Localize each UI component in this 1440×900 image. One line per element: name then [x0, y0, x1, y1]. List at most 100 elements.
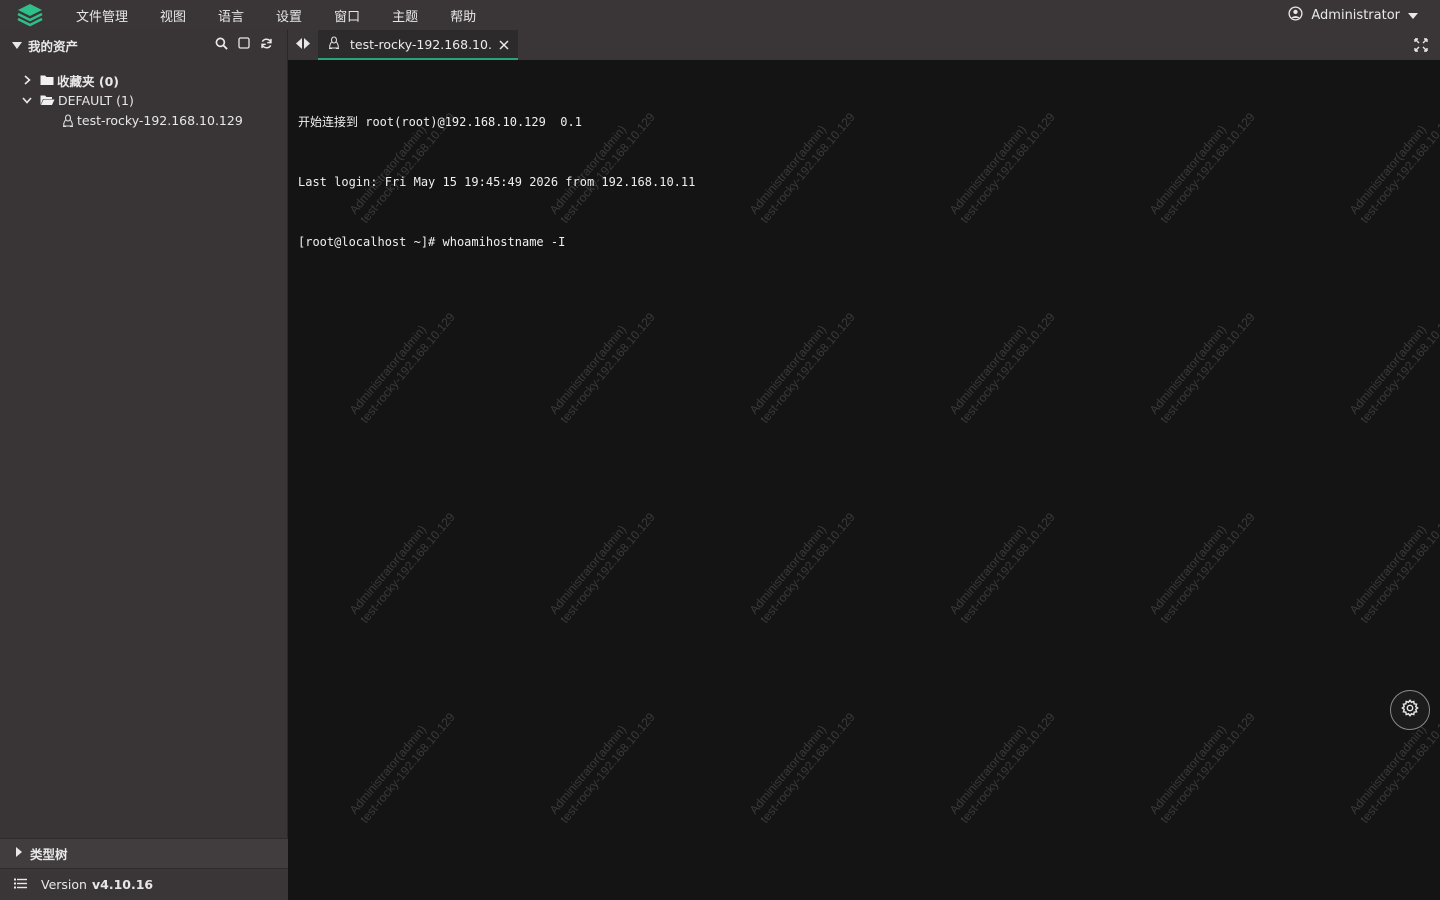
terminal-line: 开始连接到 root(root)@192.168.10.129 0.1 [298, 115, 582, 129]
tab-label: test-rocky-192.168.10.... [350, 36, 492, 52]
tree-node-favorites[interactable]: 收藏夹 (0) [0, 70, 287, 90]
menu-view[interactable]: 视图 [160, 6, 186, 25]
menu-language[interactable]: 语言 [218, 6, 244, 25]
svg-text:Administrator(admin): Administrator(admin) [747, 323, 829, 417]
svg-text:Administrator(admin): Administrator(admin) [347, 323, 429, 417]
svg-text:Administrator(admin): Administrator(admin) [947, 323, 1029, 417]
watermark-tile: Administrator(admin)test-rocky-192.168.1… [347, 310, 458, 426]
watermark-tile: Administrator(admin)test-rocky-192.168.1… [947, 110, 1058, 226]
svg-text:Administrator(admin): Administrator(admin) [547, 523, 629, 617]
tree-label-default: DEFAULT (1) [58, 92, 134, 108]
refresh-icon[interactable] [260, 37, 273, 54]
watermark-tile: Administrator(admin)test-rocky-192.168.1… [747, 510, 858, 626]
folder-open-icon [40, 94, 55, 106]
svg-text:test-rocky-192.168.10.129: test-rocky-192.168.10.129 [957, 310, 1058, 426]
svg-text:test-rocky-192.168.10.129: test-rocky-192.168.10.129 [757, 310, 858, 426]
svg-text:Administrator(admin): Administrator(admin) [1147, 723, 1229, 817]
version-number: v4.10.16 [91, 877, 154, 892]
menu-bar: 文件管理 视图 语言 设置 窗口 主题 帮助 Administrator [0, 0, 1440, 30]
watermark-tile: Administrator(admin)test-rocky-192.168.1… [1347, 310, 1440, 426]
svg-text:test-rocky-192.168.10.129: test-rocky-192.168.10.129 [557, 710, 658, 826]
version-bar: Version v4.10.16 [0, 868, 288, 900]
menu-file-management[interactable]: 文件管理 [76, 6, 128, 25]
watermark-tile: Administrator(admin)test-rocky-192.168.1… [747, 110, 858, 226]
menu-window[interactable]: 窗口 [334, 6, 360, 25]
svg-text:test-rocky-192.168.10.129: test-rocky-192.168.10.129 [357, 510, 458, 626]
asset-tree: 收藏夹 (0) DEFAULT (1) test-rocky-192.168.1… [0, 60, 287, 130]
svg-text:test-rocky-192.168.10.129: test-rocky-192.168.10.129 [357, 310, 458, 426]
svg-text:test-rocky-192.168.10.129: test-rocky-192.168.10.129 [1357, 510, 1440, 626]
tab-bar: test-rocky-192.168.10.... [288, 30, 1440, 60]
svg-text:test-rocky-192.168.10.129: test-rocky-192.168.10.129 [1357, 710, 1440, 826]
svg-text:test-rocky-192.168.10.129: test-rocky-192.168.10.129 [1357, 310, 1440, 426]
svg-text:test-rocky-192.168.10.129: test-rocky-192.168.10.129 [1157, 110, 1258, 226]
chevron-right-icon[interactable] [20, 75, 34, 85]
user-name: Administrator [1311, 7, 1400, 23]
svg-text:test-rocky-192.168.10.129: test-rocky-192.168.10.129 [957, 110, 1058, 226]
tab-next-icon[interactable] [304, 37, 310, 53]
svg-text:Administrator(admin): Administrator(admin) [347, 723, 429, 817]
chevron-down-icon[interactable] [20, 96, 34, 104]
menu-settings[interactable]: 设置 [276, 6, 302, 25]
svg-text:Administrator(admin): Administrator(admin) [547, 323, 629, 417]
svg-text:Administrator(admin): Administrator(admin) [947, 523, 1029, 617]
type-tree-header[interactable]: 类型树 [0, 838, 288, 868]
linux-penguin-icon [62, 113, 74, 127]
watermark-tile: Administrator(admin)test-rocky-192.168.1… [347, 710, 458, 826]
svg-text:test-rocky-192.168.10.129: test-rocky-192.168.10.129 [1357, 110, 1440, 226]
close-icon[interactable] [496, 37, 512, 53]
caret-down-icon[interactable] [12, 38, 22, 53]
svg-text:Administrator(admin): Administrator(admin) [947, 723, 1029, 817]
svg-text:Administrator(admin): Administrator(admin) [747, 723, 829, 817]
fullscreen-icon[interactable] [1414, 38, 1428, 52]
search-icon[interactable] [215, 37, 228, 54]
menu-theme[interactable]: 主题 [392, 6, 418, 25]
tab-prev-icon[interactable] [296, 37, 302, 53]
assets-title: 我的资产 [28, 38, 79, 54]
app-logo-icon[interactable] [0, 0, 60, 30]
watermark-tile: Administrator(admin)test-rocky-192.168.1… [1147, 110, 1258, 226]
svg-text:test-rocky-192.168.10.129: test-rocky-192.168.10.129 [1157, 510, 1258, 626]
collapse-all-icon[interactable] [238, 37, 250, 53]
svg-text:test-rocky-192.168.10.129: test-rocky-192.168.10.129 [557, 310, 658, 426]
svg-text:Administrator(admin): Administrator(admin) [547, 723, 629, 817]
watermark-tile: Administrator(admin)test-rocky-192.168.1… [547, 510, 658, 626]
svg-text:Administrator(admin): Administrator(admin) [747, 523, 829, 617]
list-menu-icon[interactable] [14, 877, 27, 892]
tree-node-host[interactable]: test-rocky-192.168.10.129 [0, 110, 287, 130]
svg-text:test-rocky-192.168.10.129: test-rocky-192.168.10.129 [757, 710, 858, 826]
watermark-tile: Administrator(admin)test-rocky-192.168.1… [747, 310, 858, 426]
caret-right-icon [16, 846, 22, 861]
svg-text:test-rocky-192.168.10.129: test-rocky-192.168.10.129 [357, 710, 458, 826]
version-label: Version [41, 877, 87, 892]
user-menu[interactable]: Administrator [1288, 0, 1418, 30]
tree-node-default[interactable]: DEFAULT (1) [0, 90, 287, 110]
terminal-line: [root@localhost ~]# whoamihostname -I [298, 235, 566, 249]
watermark-tile: Administrator(admin)test-rocky-192.168.1… [547, 710, 658, 826]
type-tree-label: 类型树 [30, 847, 68, 862]
svg-text:test-rocky-192.168.10.129: test-rocky-192.168.10.129 [757, 510, 858, 626]
watermark-tile: Administrator(admin)test-rocky-192.168.1… [947, 510, 1058, 626]
watermark-tile: Administrator(admin)test-rocky-192.168.1… [347, 510, 458, 626]
watermark-tile: Administrator(admin)test-rocky-192.168.1… [1347, 110, 1440, 226]
terminal-settings-button[interactable] [1390, 690, 1430, 730]
tab-session[interactable]: test-rocky-192.168.10.... [318, 30, 518, 60]
svg-text:test-rocky-192.168.10.129: test-rocky-192.168.10.129 [957, 510, 1058, 626]
svg-text:Administrator(admin): Administrator(admin) [747, 123, 829, 217]
svg-text:Administrator(admin): Administrator(admin) [1147, 123, 1229, 217]
svg-text:test-rocky-192.168.10.129: test-rocky-192.168.10.129 [957, 710, 1058, 826]
svg-text:test-rocky-192.168.10.129: test-rocky-192.168.10.129 [1157, 710, 1258, 826]
tab-scroll-nav [288, 30, 318, 60]
menu-help[interactable]: 帮助 [450, 6, 476, 25]
linux-penguin-icon [328, 35, 340, 53]
watermark-tile: Administrator(admin)test-rocky-192.168.1… [947, 710, 1058, 826]
asset-sidebar: 我的资产 收藏夹 (0) DEFAULT (1) test-rocky-192.… [0, 30, 288, 900]
svg-text:Administrator(admin): Administrator(admin) [1347, 723, 1429, 817]
svg-text:Administrator(admin): Administrator(admin) [947, 123, 1029, 217]
terminal-pane[interactable]: Administrator(admin) test-rocky-192.168.1… [288, 60, 1440, 900]
svg-text:Administrator(admin): Administrator(admin) [347, 523, 429, 617]
watermark-tile: Administrator(admin)test-rocky-192.168.1… [747, 710, 858, 826]
assets-header: 我的资产 [0, 30, 287, 60]
watermark-tile: Administrator(admin)test-rocky-192.168.1… [1347, 510, 1440, 626]
svg-text:Administrator(admin): Administrator(admin) [1347, 123, 1429, 217]
